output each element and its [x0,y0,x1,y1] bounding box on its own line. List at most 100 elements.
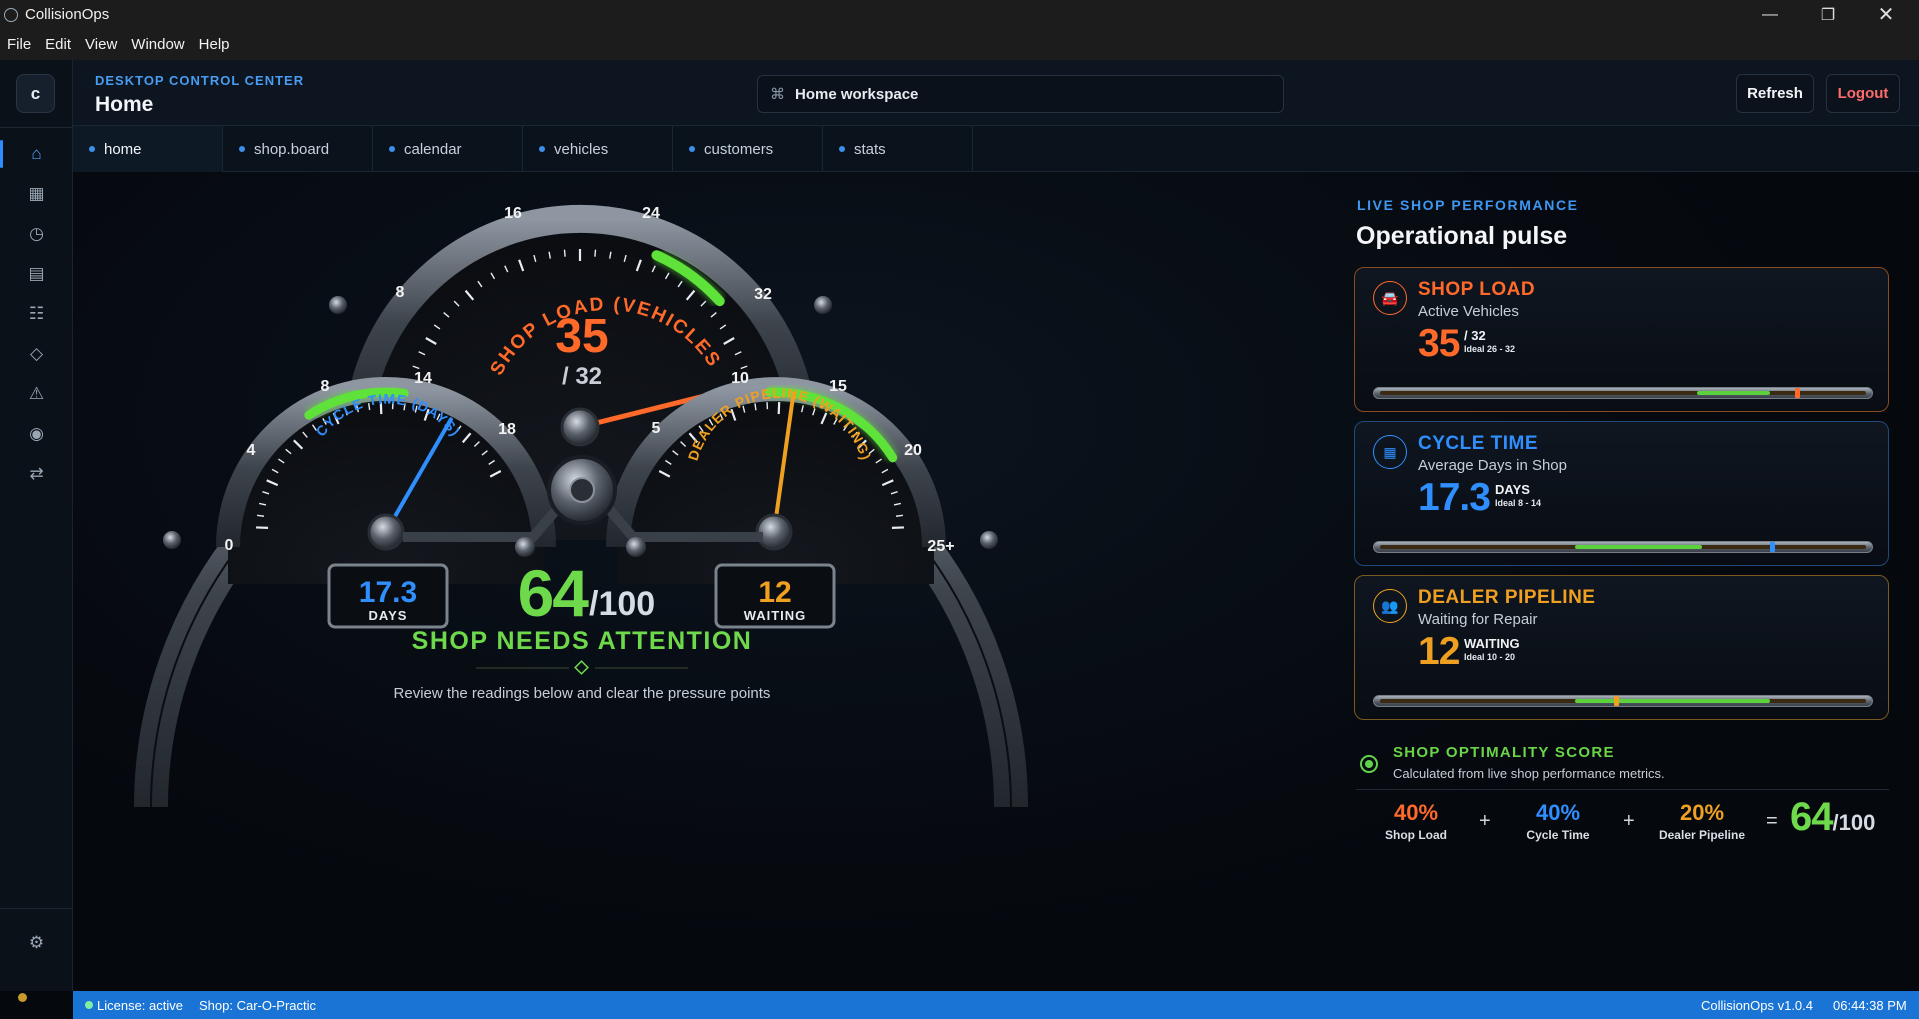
score-part-dealer-pipeline: 20% Dealer Pipeline [1658,800,1746,842]
shop-load-gauge-value: 35 [555,310,608,363]
gauge-tick [895,514,904,517]
tab-home[interactable]: home [73,126,223,172]
refresh-button[interactable]: Refresh [1736,74,1814,113]
header: DESKTOP CONTROL CENTER Home ⌘ Home works… [73,60,1919,126]
score-part-shop-load: 40% Shop Load [1385,800,1447,842]
minimize-button[interactable]: — [1741,0,1799,29]
score-value: 64 [518,556,590,630]
gauge-tick [256,514,265,517]
attention-hint: Review the readings below and clear the … [394,685,771,702]
card-subtitle: Active Vehicles [1418,303,1519,320]
tick-label: 8 [396,284,405,301]
card-ideal: Ideal 8 - 14 [1495,498,1542,508]
panel-title: Operational pulse [1356,222,1568,250]
card-ideal: Ideal 26 - 32 [1464,344,1516,354]
card-unit: DAYS [1495,482,1530,497]
divider [1356,789,1889,790]
app-logo[interactable]: c [16,74,55,113]
range-marker [1794,388,1800,398]
tick-label: 16 [504,205,522,222]
title-bar: CollisionOps — ❐ ✕ [0,0,1919,29]
tick-label: 20 [904,442,922,459]
tab-bar: home shop.board calendar vehicles custom… [73,126,1919,172]
target-icon[interactable]: ◉ [0,414,73,454]
swap-icon[interactable]: ⇄ [0,454,73,494]
app-icon [4,7,18,22]
dealer-pipeline-card[interactable]: 👥 DEALER PIPELINE Waiting for Repair 12 … [1354,575,1889,720]
app-version: CollisionOps v1.0.4 [1701,997,1813,1013]
shop-load-card[interactable]: 🚘 SHOP LOAD Active Vehicles 35 / 32 Idea… [1354,267,1889,412]
page-title: Home [95,93,154,116]
menu-icon[interactable]: ☷ [0,294,73,334]
shop-load-gauge-capacity: / 32 [562,363,602,390]
divider [0,127,73,128]
menu-help[interactable]: Help [199,36,230,53]
home-icon[interactable]: ⌂ [0,134,73,174]
card-value: 17.3 [1418,476,1491,519]
rivet [814,296,832,314]
connection-status-dot [18,993,27,1002]
plus-sign: + [1479,810,1491,832]
pipeline-readout-value: 12 [758,576,791,609]
license-status: License: active [97,997,183,1013]
tick-label: 18 [498,421,516,438]
workspace-search[interactable]: ⌘ Home workspace [757,75,1284,113]
score-icon [1360,755,1378,773]
menu-window[interactable]: Window [131,36,184,53]
card-subtitle: Average Days in Shop [1418,457,1567,474]
score-of: /100 [589,585,655,623]
card-unit: WAITING [1464,636,1520,651]
range-marker [1614,696,1620,706]
warning-icon[interactable]: ⚠ [0,374,73,414]
plus-sign: + [1623,810,1635,832]
tick-label: 14 [414,370,432,387]
tick-label: 32 [754,286,772,303]
rivet [329,296,347,314]
card-title: DEALER PIPELINE [1418,587,1596,608]
score-title: SHOP OPTIMALITY SCORE [1393,744,1615,761]
card-title: SHOP LOAD [1418,279,1536,300]
header-eyebrow: DESKTOP CONTROL CENTER [95,73,305,88]
card-title: CYCLE TIME [1418,433,1539,454]
tick-label: 25+ [927,538,954,555]
grid-icon[interactable]: ▦ [0,174,73,214]
menu-file[interactable]: File [7,36,31,53]
sidebar: c ⌂ ▦ ◷ ▤ ☷ ◇ ⚠ ◉ ⇄ ⚙ [0,60,73,1002]
gauge-tick [563,249,566,257]
calendar-icon: ▦ [1373,435,1407,469]
tab-stats[interactable]: stats [823,126,973,172]
app-title: CollisionOps [25,6,110,23]
logout-button[interactable]: Logout [1826,74,1900,113]
divider [0,908,73,909]
workspace-search-text: Home workspace [795,85,919,103]
tab-customers[interactable]: customers [673,126,823,172]
tick-label: 5 [652,420,661,437]
maximize-button[interactable]: ❐ [1799,0,1857,29]
license-status-dot [85,1001,93,1009]
cycle-time-range-bar [1373,541,1873,553]
diamond-icon[interactable]: ◇ [0,334,73,374]
tab-vehicles[interactable]: vehicles [523,126,673,172]
card-unit: / 32 [1464,328,1486,343]
menu-bar: File Edit View Window Help [0,29,1919,60]
card-ideal: Ideal 10 - 20 [1464,652,1516,662]
card-subtitle: Waiting for Repair [1418,611,1538,628]
card-value: 12 [1418,630,1460,673]
tab-calendar[interactable]: calendar [373,126,523,172]
cycle-time-card[interactable]: ▦ CYCLE TIME Average Days in Shop 17.3 D… [1354,421,1889,566]
cycle-hub [367,513,405,551]
rivet [515,537,535,557]
tab-shop-board[interactable]: shop.board [223,126,373,172]
menu-edit[interactable]: Edit [45,36,71,53]
panel-eyebrow: LIVE SHOP PERFORMANCE [1357,197,1579,213]
rivet [980,531,998,549]
menu-view[interactable]: View [85,36,117,53]
score-total: 64/100 [1790,795,1876,839]
clock: 06:44:38 PM [1833,997,1907,1013]
clock-icon[interactable]: ◷ [0,214,73,254]
tick-label: 10 [731,370,749,387]
gear-icon[interactable]: ⚙ [0,923,73,963]
close-button[interactable]: ✕ [1857,0,1915,29]
list-icon[interactable]: ▤ [0,254,73,294]
pipeline-readout-unit: WAITING [744,608,807,623]
